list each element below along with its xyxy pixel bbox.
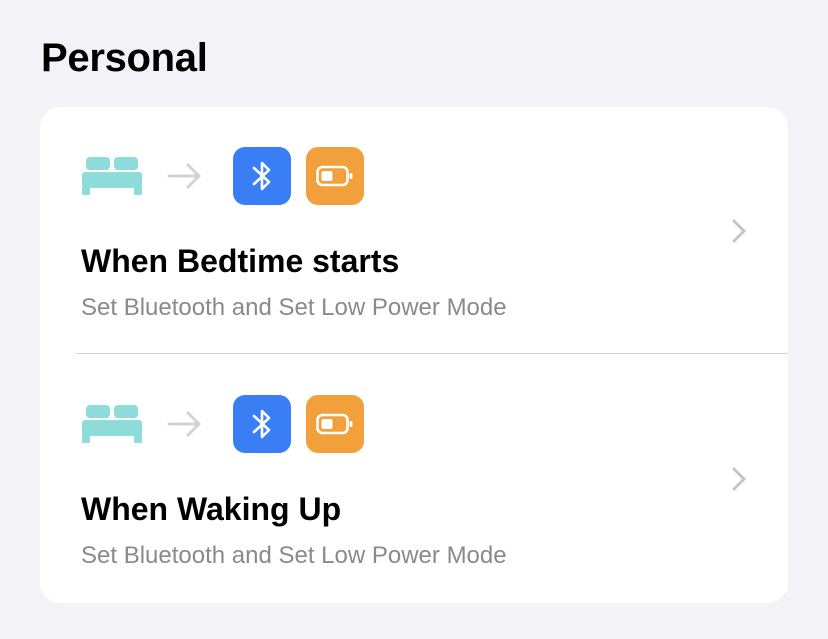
automation-subtitle: Set Bluetooth and Set Low Power Mode — [81, 542, 507, 569]
row-divider — [76, 353, 788, 354]
low-power-action-tile — [306, 395, 364, 453]
bluetooth-icon — [252, 161, 271, 191]
automation-icons — [82, 147, 382, 205]
arrow-right-icon — [167, 163, 201, 189]
bluetooth-icon — [252, 409, 271, 439]
automation-title: When Waking Up — [81, 491, 342, 527]
bed-icon — [82, 405, 142, 443]
bluetooth-action-tile — [233, 147, 291, 205]
arrow-right-icon — [167, 411, 201, 437]
automation-row-bedtime[interactable]: When Bedtime starts Set Bluetooth and Se… — [40, 107, 788, 355]
low-power-action-tile — [306, 147, 364, 205]
chevron-right-icon — [732, 467, 746, 491]
battery-icon — [316, 165, 353, 187]
automation-icons — [82, 395, 382, 453]
section-title: Personal — [41, 36, 208, 80]
automation-title: When Bedtime starts — [81, 243, 400, 279]
chevron-right-icon — [732, 219, 746, 243]
battery-icon — [316, 413, 353, 435]
automations-card: When Bedtime starts Set Bluetooth and Se… — [40, 107, 788, 603]
bluetooth-action-tile — [233, 395, 291, 453]
bed-icon — [82, 157, 142, 195]
automation-row-waking-up[interactable]: When Waking Up Set Bluetooth and Set Low… — [40, 355, 788, 603]
automation-subtitle: Set Bluetooth and Set Low Power Mode — [81, 294, 507, 321]
